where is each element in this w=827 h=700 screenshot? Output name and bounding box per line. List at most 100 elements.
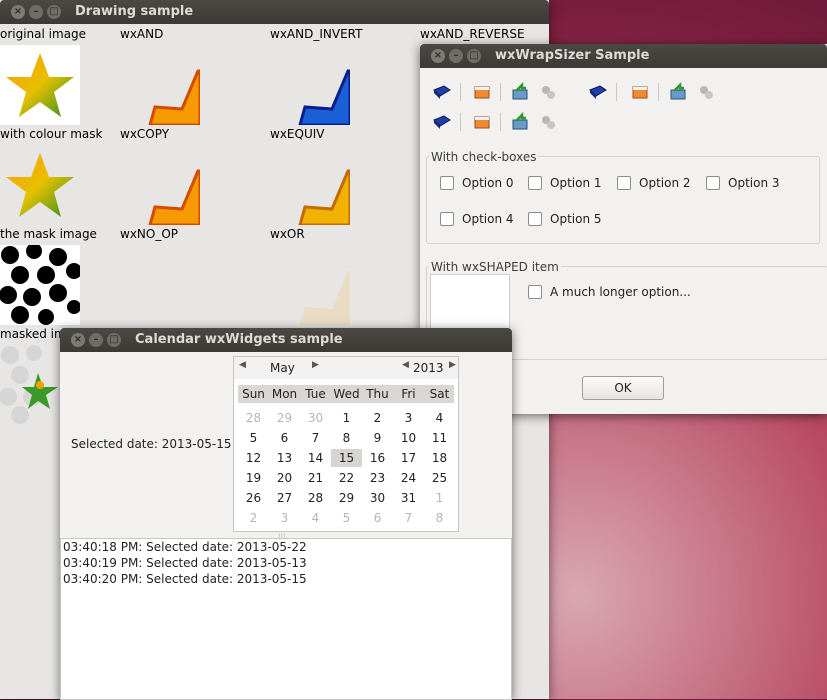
calendar-day[interactable]: 30	[300, 409, 331, 427]
calendar-day[interactable]: 20	[269, 469, 300, 487]
calendar-day[interactable]: 6	[362, 509, 393, 527]
calendar-day[interactable]: 29	[269, 409, 300, 427]
calendar-day[interactable]: 6	[269, 429, 300, 447]
calendar-day[interactable]: 29	[331, 489, 362, 507]
checkbox-box[interactable]	[617, 176, 631, 190]
calendar-day[interactable]: 15	[331, 449, 362, 467]
year-label[interactable]: 2013	[413, 361, 444, 375]
gear-icon[interactable]	[696, 82, 716, 102]
longer-option-checkbox[interactable]: A much longer option...	[528, 285, 691, 299]
book-icon[interactable]	[588, 82, 608, 102]
minimize-icon[interactable]: –	[29, 5, 43, 19]
wxequiv-image	[270, 45, 352, 127]
maximize-icon[interactable]: □	[467, 49, 481, 63]
close-icon[interactable]: ×	[431, 49, 445, 63]
book-icon[interactable]	[432, 112, 452, 132]
calendar-day[interactable]: 28	[300, 489, 331, 507]
month-label[interactable]: May	[270, 361, 295, 375]
shaped-item-box	[430, 274, 510, 336]
calendar-day[interactable]: 24	[393, 469, 424, 487]
calendar-day[interactable]: 3	[393, 409, 424, 427]
calendar-day[interactable]: 18	[424, 449, 455, 467]
option-1-checkbox[interactable]: Option 1	[528, 176, 602, 190]
folder-open-icon[interactable]	[472, 112, 492, 132]
calendar-day[interactable]: 9	[362, 429, 393, 447]
option-0-checkbox[interactable]: Option 0	[440, 176, 514, 190]
calendar-day[interactable]: 13	[269, 449, 300, 467]
calendar-day[interactable]: 7	[393, 509, 424, 527]
calendar-day[interactable]: 1	[424, 489, 455, 507]
calendar-day[interactable]: 7	[300, 429, 331, 447]
calendar-day[interactable]: 5	[331, 509, 362, 527]
calendar-day[interactable]: 17	[393, 449, 424, 467]
checkbox-box[interactable]	[528, 212, 542, 226]
prev-year-icon[interactable]: ◀	[402, 360, 409, 370]
option-label: Option 1	[550, 176, 602, 190]
checkbox-box[interactable]	[440, 212, 454, 226]
toolbar-separator	[500, 83, 501, 101]
option-label: Option 5	[550, 212, 602, 226]
calendar-day[interactable]: 11	[424, 429, 455, 447]
option-2-checkbox[interactable]: Option 2	[617, 176, 691, 190]
close-icon[interactable]: ×	[71, 333, 85, 347]
label-with-colour-mask: with colour mask	[0, 127, 103, 141]
calendar-day[interactable]: 12	[238, 449, 269, 467]
calendar-day[interactable]: 2	[238, 509, 269, 527]
calendar-day[interactable]: 8	[331, 429, 362, 447]
calendar-day[interactable]: 30	[362, 489, 393, 507]
wxand-image	[120, 45, 202, 127]
next-year-icon[interactable]: ▶	[449, 360, 456, 370]
calendar-day[interactable]: 3	[269, 509, 300, 527]
window-title: Drawing sample	[75, 4, 194, 19]
weekday-fri: Fri	[401, 387, 416, 401]
calendar-day[interactable]: 27	[269, 489, 300, 507]
calendar-day[interactable]: 5	[238, 429, 269, 447]
calendar-day[interactable]: 8	[424, 509, 455, 527]
calendar-day[interactable]: 28	[238, 409, 269, 427]
folder-open-icon[interactable]	[472, 82, 492, 102]
calendar-day[interactable]: 31	[393, 489, 424, 507]
checkbox-box[interactable]	[706, 176, 720, 190]
calendar-day[interactable]: 2	[362, 409, 393, 427]
calendar-day[interactable]: 4	[424, 409, 455, 427]
calendar-day[interactable]: 23	[362, 469, 393, 487]
calendar-day[interactable]: 19	[238, 469, 269, 487]
option-3-checkbox[interactable]: Option 3	[706, 176, 780, 190]
checkbox-box[interactable]	[528, 176, 542, 190]
checkbox-box[interactable]	[528, 285, 542, 299]
export-icon[interactable]	[510, 111, 530, 132]
label-masked-image: masked im	[0, 327, 66, 341]
calendar-day[interactable]: 14	[300, 449, 331, 467]
calendar-day[interactable]: 22	[331, 469, 362, 487]
folder-open-icon[interactable]	[630, 82, 650, 102]
log-textarea[interactable]: 03:40:18 PM: Selected date: 2013-05-22 0…	[60, 538, 512, 700]
close-icon[interactable]: ×	[11, 5, 25, 19]
prev-month-icon[interactable]: ◀	[239, 360, 246, 370]
book-icon[interactable]	[432, 82, 452, 102]
calendar-day[interactable]: 1	[331, 409, 362, 427]
calendar-control[interactable]: ◀ May ▶ ◀ 2013 ▶ Sun Mon Tue Wed Thu Fri Sat 2…	[233, 356, 459, 532]
calendar-day[interactable]: 4	[300, 509, 331, 527]
minimize-icon[interactable]: –	[89, 333, 103, 347]
calendar-day[interactable]: 25	[424, 469, 455, 487]
maximize-icon[interactable]: □	[107, 333, 121, 347]
export-icon[interactable]	[668, 81, 688, 102]
option-label: Option 2	[639, 176, 691, 190]
export-icon[interactable]	[510, 81, 530, 102]
option-5-checkbox[interactable]: Option 5	[528, 212, 602, 226]
checkbox-box[interactable]	[440, 176, 454, 190]
ok-button[interactable]: OK	[582, 376, 664, 400]
calendar-day[interactable]: 26	[238, 489, 269, 507]
calendar-day[interactable]: 16	[362, 449, 393, 467]
weekday-thu: Thu	[366, 387, 389, 401]
calendar-day[interactable]: 10	[393, 429, 424, 447]
calendar-sample-window: × – □ Calendar wxWidgets sample Selected…	[60, 328, 512, 700]
gear-icon[interactable]	[538, 112, 558, 132]
maximize-icon[interactable]: □	[47, 5, 61, 19]
calendar-titlebar: × – □ Calendar wxWidgets sample	[60, 328, 512, 352]
next-month-icon[interactable]: ▶	[312, 360, 319, 370]
option-4-checkbox[interactable]: Option 4	[440, 212, 514, 226]
gear-icon[interactable]	[538, 82, 558, 102]
minimize-icon[interactable]: –	[449, 49, 463, 63]
calendar-day[interactable]: 21	[300, 469, 331, 487]
